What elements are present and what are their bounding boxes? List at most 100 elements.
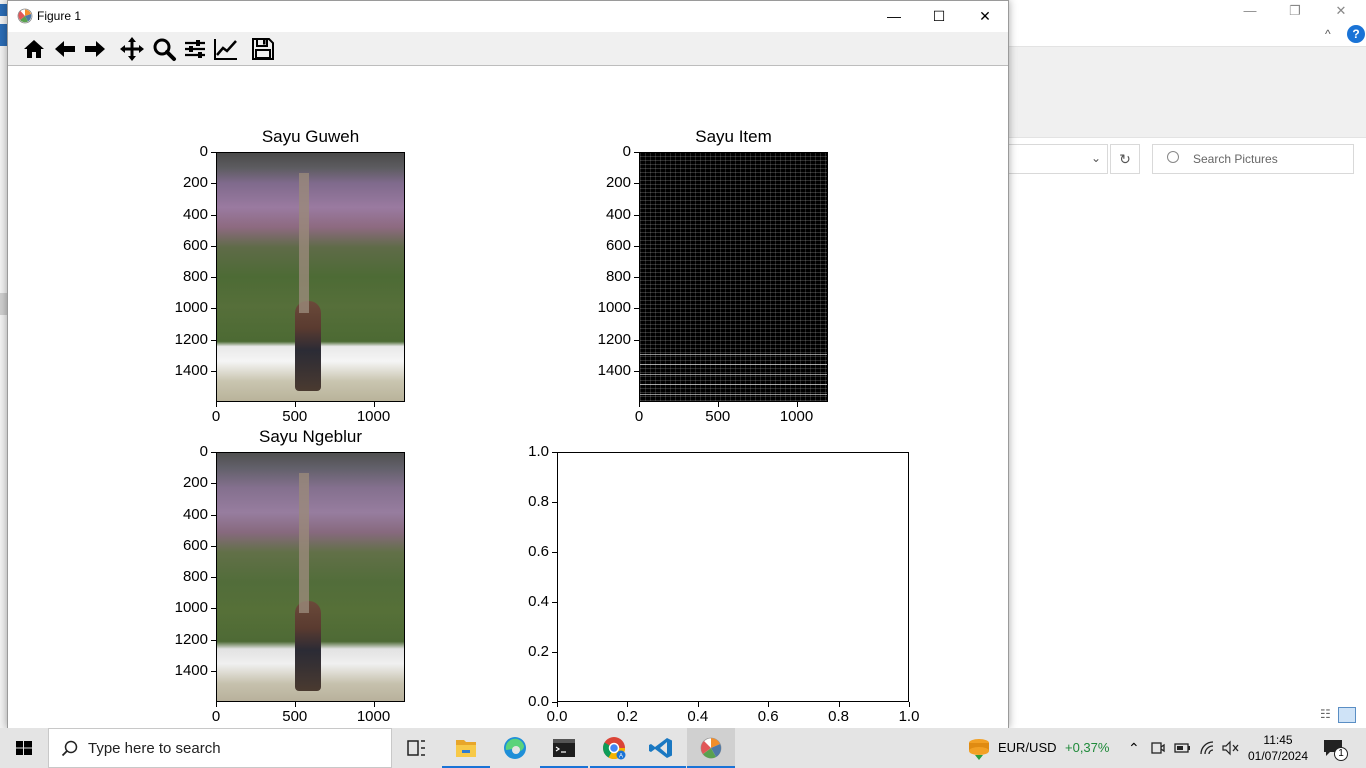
y-tick-label: 0 [199,143,208,160]
start-button[interactable] [0,728,48,768]
address-dropdown-icon[interactable]: ⌄ [1091,151,1101,165]
meet-now-icon[interactable] [1151,740,1165,756]
save-icon[interactable] [249,35,277,63]
volume-muted-icon[interactable] [1222,740,1240,756]
system-clock[interactable]: 11:45 01/07/2024 [1246,732,1310,764]
y-tick-mark [211,152,216,153]
y-tick-label: 1200 [174,330,208,348]
battery-icon[interactable] [1174,741,1192,755]
view-toggle[interactable]: ☷ [1320,707,1357,723]
image-axes-1[interactable] [216,152,405,402]
y-tick-label: 400 [605,205,631,223]
empty-axes-plot-area[interactable] [557,452,909,702]
terminal-icon[interactable] [540,728,588,768]
x-tick-mark [838,702,840,707]
coins-icon [969,739,989,760]
home-icon[interactable] [20,35,48,63]
y-tick-mark [211,545,216,547]
maximize-button[interactable]: ☐ [916,1,962,32]
x-tick-label: 500 [282,708,308,725]
zoom-icon[interactable] [150,35,178,63]
axes-title: Sayu Item [695,127,772,146]
wifi-icon[interactable] [1199,740,1215,756]
minimize-button[interactable]: — [871,1,917,32]
x-tick-mark [639,402,640,407]
collapse-ribbon-icon[interactable]: ^ [1325,27,1331,41]
task-view-icon[interactable] [392,728,440,768]
details-view-icon[interactable]: ☷ [1320,707,1331,721]
y-tick-label: 1400 [597,361,631,379]
taskbar-search-input[interactable]: Type here to search [48,728,392,768]
forward-arrow-icon[interactable] [81,35,109,63]
image-axes-2[interactable] [639,152,828,402]
axes-title: Sayu Ngeblur [258,427,363,446]
figure-window: Figure 1 — ☐ ✕ Sayu Guweh 0 200 400 600 … [7,0,1009,729]
image-axes-3[interactable] [216,452,405,702]
matplotlib-icon [17,8,33,24]
edge-icon[interactable] [491,728,539,768]
x-tick-label: 0 [211,408,221,425]
y-tick-label: 1000 [174,599,208,617]
x-tick-label: 0.0 [546,708,568,725]
x-tick-label: 1000 [356,708,391,725]
notification-count-badge: 1 [1334,747,1348,761]
file-explorer-icon[interactable] [442,728,490,768]
y-tick-mark [634,245,639,247]
y-tick-mark [211,483,216,485]
y-tick-mark [211,308,216,310]
taskbar: Type here to search A EUR/USD +0,37% ⌃ 1… [0,728,1366,768]
y-tick-label: 0.6 [528,543,549,560]
address-bar[interactable]: ⌄ [1009,144,1108,174]
search-icon [61,740,78,757]
explorer-ribbon [1009,46,1366,138]
ticker-change[interactable]: +0,37% [1065,740,1109,755]
y-tick-label: 0 [199,443,208,460]
y-tick-mark [552,452,557,453]
explorer-close-button[interactable]: ✕ [1318,2,1364,20]
explorer-search-input[interactable]: Search Pictures [1152,144,1354,174]
explorer-minimize-button[interactable]: — [1227,2,1273,20]
x-tick-mark [909,702,910,707]
ticker-label[interactable]: EUR/USD [998,740,1057,755]
large-icons-view-icon[interactable] [1338,707,1357,723]
y-tick-label: 200 [182,174,208,192]
y-tick-mark [211,183,216,185]
title-bar[interactable]: Figure 1 — ☐ ✕ [8,1,1008,32]
help-icon[interactable]: ? [1347,25,1365,43]
chrome-icon[interactable]: A [590,728,638,768]
search-icon [1167,151,1179,163]
navigation-toolbar [8,32,1008,66]
y-tick-mark [552,502,557,503]
back-arrow-icon[interactable] [51,35,79,63]
clock-time: 11:45 [1263,733,1293,747]
x-tick-label: 1000 [356,408,391,425]
person-figure [295,601,321,691]
explorer-restore-button[interactable]: ❐ [1272,2,1318,20]
notification-center-icon[interactable]: 1 [1322,738,1348,761]
x-tick-mark [796,402,798,407]
y-tick-label: 0.8 [528,493,549,510]
y-tick-mark [211,608,216,610]
pan-icon[interactable] [118,35,146,63]
x-tick-mark [373,402,375,407]
close-button[interactable]: ✕ [962,1,1008,32]
edit-axes-icon[interactable] [212,35,240,63]
y-tick-label: 0.2 [528,643,549,660]
y-tick-mark [211,245,216,247]
x-tick-mark [768,702,770,707]
configure-subplots-icon[interactable] [181,35,209,63]
figure-canvas[interactable]: Sayu Guweh 0 200 400 600 800 1000 1200 1400 0 500 1… [8,66,1008,729]
y-tick-label: 1.0 [528,443,549,460]
x-tick-mark [697,702,699,707]
x-tick-label: 0 [211,708,221,725]
edge-fence-lines [640,345,827,395]
show-hidden-icons-icon[interactable]: ⌃ [1128,740,1140,757]
vscode-icon[interactable] [638,728,686,768]
x-tick-label: 500 [705,408,731,425]
refresh-button[interactable]: ↻ [1110,144,1140,174]
matplotlib-taskbar-icon[interactable] [687,728,735,768]
x-tick-label: 1000 [779,408,814,425]
y-tick-mark [634,214,639,216]
y-tick-mark [211,214,216,216]
taskbar-search-placeholder: Type here to search [88,740,221,757]
